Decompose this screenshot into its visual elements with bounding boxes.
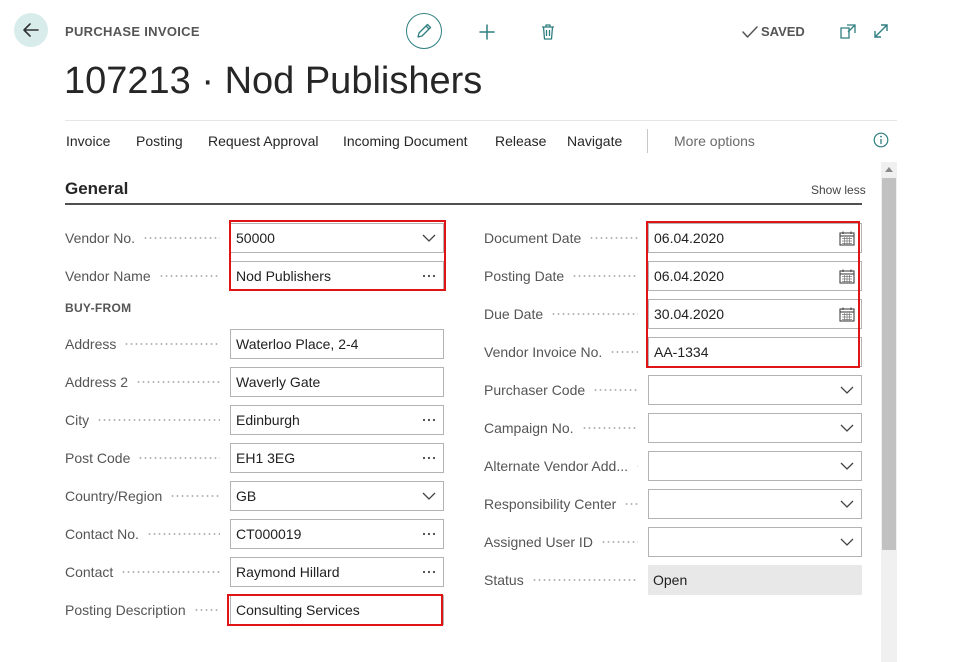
action-bar: Invoice Posting Request Approval Incomin… [65,120,897,161]
ellipsis-icon[interactable] [420,418,438,422]
alternate-vendor-address-label: Alternate Vendor Add... [484,456,648,476]
chevron-down-icon[interactable] [838,462,856,470]
section-title-general: General [65,179,129,198]
action-incoming-document[interactable]: Incoming Document [343,133,468,149]
posting-description-label: Posting Description [65,600,230,620]
expand-icon [874,24,888,38]
alternate-vendor-address-field[interactable] [648,451,862,481]
due-date-field[interactable]: 30.04.2020 [648,299,862,329]
scroll-up-arrow[interactable] [881,162,897,176]
delete-button[interactable] [538,21,558,43]
ellipsis-icon[interactable] [420,456,438,460]
page-title: 107213 · Nod Publishers [64,60,483,102]
chevron-down-icon[interactable] [838,500,856,508]
address-2-field[interactable]: Waverly Gate [230,367,444,397]
address-field[interactable]: Waterloo Place, 2-4 [230,329,444,359]
scrollbar-thumb[interactable] [882,178,896,550]
vendor-no-field[interactable]: 50000 [230,223,444,253]
status-field: Open [648,565,862,595]
post-code-field[interactable]: EH1 3EG [230,443,444,473]
contact-no-field[interactable]: CT000019 [230,519,444,549]
group-label-buy-from: BUY-FROM [65,301,132,315]
purchaser-code-field[interactable] [648,375,862,405]
expand-button[interactable] [871,21,891,41]
open-in-new-window-icon [840,24,856,39]
chevron-down-icon[interactable] [420,492,438,500]
action-navigate[interactable]: Navigate [567,133,622,149]
arrow-left-icon [23,23,39,37]
posting-description-field[interactable]: Consulting Services [230,595,444,625]
responsibility-center-field[interactable] [648,489,862,519]
action-more-options[interactable]: More options [674,133,755,149]
city-label: City [65,410,230,430]
action-release[interactable]: Release [495,133,546,149]
city-field[interactable]: Edinburgh [230,405,444,435]
page-caption: PURCHASE INVOICE [65,24,200,39]
chevron-down-icon[interactable] [838,538,856,546]
trash-icon [542,24,554,40]
saved-indicator: SAVED [742,24,805,39]
address-label: Address [65,334,230,354]
country-region-label: Country/Region [65,486,230,506]
contact-no-label: Contact No. [65,524,230,544]
vendor-no-label: Vendor No. [65,228,230,248]
back-button[interactable] [14,13,48,47]
contact-label: Contact [65,562,230,582]
post-code-label: Post Code [65,448,230,468]
vendor-name-field[interactable]: Nod Publishers [230,261,444,291]
calendar-icon[interactable] [838,307,856,322]
address-2-label: Address 2 [65,372,230,392]
pencil-icon [417,23,432,38]
document-date-label: Document Date [484,228,648,248]
plus-icon [479,24,495,40]
calendar-icon[interactable] [838,269,856,284]
new-button[interactable] [476,21,498,43]
vendor-name-label: Vendor Name [65,266,230,286]
vendor-invoice-no-label: Vendor Invoice No. [484,342,648,362]
checkmark-icon [742,25,758,38]
show-less-link[interactable]: Show less [811,183,866,197]
caret-up-icon [885,166,893,172]
due-date-label: Due Date [484,304,648,324]
saved-label: SAVED [761,24,805,39]
country-region-field[interactable]: GB [230,481,444,511]
section-divider [65,203,862,205]
posting-date-field[interactable]: 06.04.2020 [648,261,862,291]
campaign-no-field[interactable] [648,413,862,443]
purchaser-code-label: Purchaser Code [484,380,648,400]
assigned-user-id-label: Assigned User ID [484,532,648,552]
edit-button[interactable] [406,13,442,49]
status-label: Status [484,570,648,590]
action-separator [647,129,648,153]
contact-field[interactable]: Raymond Hillard [230,557,444,587]
info-icon [873,132,889,148]
info-button[interactable] [872,131,890,149]
calendar-icon[interactable] [838,231,856,246]
chevron-down-icon[interactable] [838,424,856,432]
action-invoice[interactable]: Invoice [66,133,110,149]
posting-date-label: Posting Date [484,266,648,286]
action-request-approval[interactable]: Request Approval [208,133,319,149]
ellipsis-icon[interactable] [420,532,438,536]
responsibility-center-label: Responsibility Center [484,494,648,514]
vendor-invoice-no-field[interactable]: AA-1334 [648,337,862,367]
document-date-field[interactable]: 06.04.2020 [648,223,862,253]
campaign-no-label: Campaign No. [484,418,648,438]
action-posting[interactable]: Posting [136,133,183,149]
ellipsis-icon[interactable] [420,570,438,574]
ellipsis-icon[interactable] [420,274,438,278]
chevron-down-icon[interactable] [420,234,438,242]
chevron-down-icon[interactable] [838,386,856,394]
open-in-new-window-button[interactable] [838,22,858,42]
assigned-user-id-field[interactable] [648,527,862,557]
